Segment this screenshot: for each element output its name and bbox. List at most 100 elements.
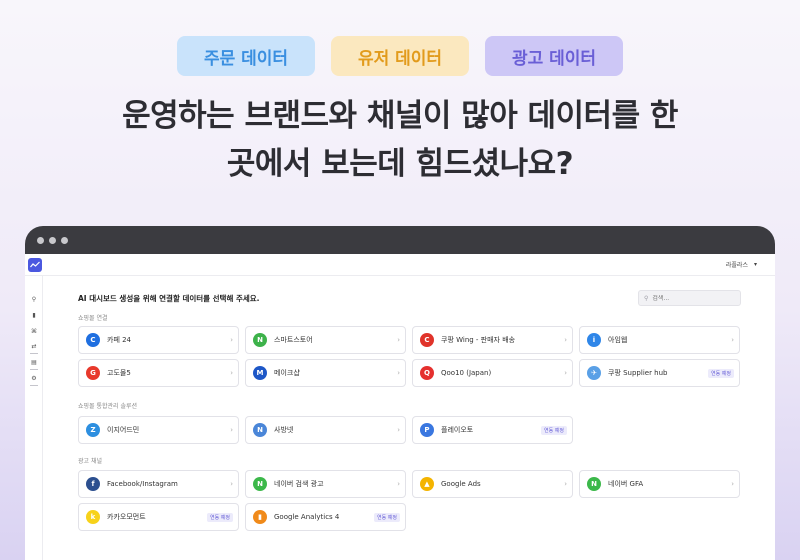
integration-card[interactable]: i 아임웹 ›	[579, 326, 740, 354]
integration-card[interactable]: ✈ 쿠팡 Supplier hub 연동 예정	[579, 359, 740, 387]
integration-card[interactable]: ▲ Google Ads ›	[412, 470, 573, 498]
integration-card[interactable]: k 카카오모먼트 연동 예정	[78, 503, 239, 531]
integration-card-name: 사방넷	[274, 426, 294, 434]
chevron-right-icon: ›	[564, 336, 567, 344]
chevron-right-icon: ›	[731, 480, 734, 488]
order-data-tag: 주문 데이터	[177, 36, 315, 76]
naver-gfa-logo-icon: N	[587, 477, 601, 491]
integration-card-name: 메이크샵	[274, 369, 300, 377]
app-logo-icon[interactable]	[28, 257, 42, 272]
coming-soon-badge: 연동 예정	[374, 513, 400, 522]
integration-card-name: Google Ads	[441, 480, 481, 488]
search-input[interactable]	[652, 294, 733, 302]
cafe24-logo-icon: C	[86, 333, 100, 347]
integration-card-name: 네이버 검색 광고	[274, 480, 324, 488]
swap-icon[interactable]: ⇄	[31, 344, 37, 350]
integration-card[interactable]: N 네이버 검색 광고 ›	[245, 470, 406, 498]
integration-card-name: 이지어드민	[107, 426, 140, 434]
naver-search-ad-logo-icon: N	[253, 477, 267, 491]
section-label-shopping-mall: 쇼핑몰 연결	[78, 315, 108, 322]
grid-icon[interactable]: ⌘	[31, 329, 37, 335]
window-titlebar	[25, 226, 775, 254]
integration-card-name: 네이버 GFA	[608, 480, 644, 488]
chevron-right-icon: ›	[564, 369, 567, 377]
headline: 운영하는 브랜드와 채널이 많아 데이터를 한 곳에서 보는데 힘드셨나요?	[0, 92, 800, 188]
sabangnet-logo-icon: N	[253, 423, 267, 437]
chevron-right-icon: ›	[397, 480, 400, 488]
google-analytics-logo-icon: ▮	[253, 510, 267, 524]
facebook-logo-icon: f	[86, 477, 100, 491]
sidebar-divider	[30, 385, 38, 386]
ad-data-tag: 광고 데이터	[485, 36, 623, 76]
chevron-right-icon: ›	[731, 336, 734, 344]
integration-card[interactable]: Z 이지어드민 ›	[78, 416, 239, 444]
user-data-tag: 유저 데이터	[331, 36, 469, 76]
coming-soon-badge: 연동 예정	[708, 369, 734, 378]
integration-card[interactable]: N 사방넷 ›	[245, 416, 406, 444]
imweb-logo-icon: i	[587, 333, 601, 347]
coming-soon-badge: 연동 예정	[207, 513, 233, 522]
playauto-logo-icon: P	[420, 423, 434, 437]
page-title: AI 대시보드 생성을 위해 연결할 데이터를 선택해 주세요.	[78, 294, 260, 303]
integration-card[interactable]: C 카페 24 ›	[78, 326, 239, 354]
integration-card-name: 플레이오토	[441, 426, 474, 434]
chevron-right-icon: ›	[230, 336, 233, 344]
settings-icon[interactable]: ⚙	[31, 376, 37, 382]
chevron-right-icon: ›	[230, 480, 233, 488]
coupang-supplier-logo-icon: ✈	[587, 366, 601, 380]
sidebar-divider	[30, 369, 38, 370]
search-box[interactable]: ⚲	[638, 290, 741, 306]
integration-card[interactable]: N 스마트스토어 ›	[245, 326, 406, 354]
tag-row: 주문 데이터 유저 데이터 광고 데이터	[0, 36, 800, 76]
makeshop-logo-icon: M	[253, 366, 267, 380]
ezadmin-logo-icon: Z	[86, 423, 100, 437]
integration-card[interactable]: Q Qoo10 (Japan) ›	[412, 359, 573, 387]
chevron-right-icon: ›	[397, 426, 400, 434]
section-label-ad-channel: 광고 채널	[78, 458, 102, 465]
link-icon[interactable]: ⚲	[31, 297, 37, 303]
integration-card[interactable]: C 쿠팡 Wing - 판매자 배송 ›	[412, 326, 573, 354]
search-icon: ⚲	[644, 294, 649, 302]
section-label-integration: 쇼핑몰 통합관리 솔루션	[78, 403, 138, 410]
integration-card[interactable]: P 플레이오토 연동 예정	[412, 416, 573, 444]
chevron-right-icon: ›	[564, 480, 567, 488]
integration-card-name: 아임웹	[608, 336, 628, 344]
app-topbar: 라플라스 ▾	[25, 254, 775, 276]
integration-card-name: 쿠팡 Supplier hub	[608, 369, 668, 377]
integration-card-name: 고도몰5	[107, 369, 131, 377]
integration-card-name: Google Analytics 4	[274, 513, 340, 521]
integration-card-name: Facebook/Instagram	[107, 480, 178, 488]
app-screen: 라플라스 ▾ ⚲ ▮ ⌘ ⇄ ▤ ⚙ AI 대시보드 생성을 위해 연결할 데이…	[25, 254, 775, 560]
app-window: 라플라스 ▾ ⚲ ▮ ⌘ ⇄ ▤ ⚙ AI 대시보드 생성을 위해 연결할 데이…	[25, 226, 775, 560]
integration-card[interactable]: G 고도몰5 ›	[78, 359, 239, 387]
kakao-moment-logo-icon: k	[86, 510, 100, 524]
google-ads-logo-icon: ▲	[420, 477, 434, 491]
headline-line-1: 운영하는 브랜드와 채널이 많아 데이터를 한	[122, 98, 678, 134]
chevron-right-icon: ›	[397, 369, 400, 377]
headline-line-2: 곳에서 보는데 힘드셨나요?	[226, 146, 574, 182]
integration-card-name: 쿠팡 Wing - 판매자 배송	[441, 336, 516, 344]
integration-card-name: 스마트스토어	[274, 336, 313, 344]
document-icon[interactable]: ▤	[31, 360, 37, 366]
sidebar-divider	[30, 353, 38, 354]
smartstore-logo-icon: N	[253, 333, 267, 347]
integration-card-name: 카페 24	[107, 336, 132, 344]
qoo10-logo-icon: Q	[420, 366, 434, 380]
window-dot	[49, 236, 56, 244]
integration-card[interactable]: M 메이크샵 ›	[245, 359, 406, 387]
bar-chart-icon[interactable]: ▮	[31, 313, 37, 319]
integration-card[interactable]: f Facebook/Instagram ›	[78, 470, 239, 498]
chevron-right-icon: ›	[230, 426, 233, 434]
user-menu[interactable]: 라플라스 ▾	[726, 260, 757, 269]
sidebar: ⚲ ▮ ⌘ ⇄ ▤ ⚙	[25, 276, 43, 560]
integration-card[interactable]: ▮ Google Analytics 4 연동 예정	[245, 503, 406, 531]
integration-card-name: 카카오모먼트	[107, 513, 146, 521]
integration-card-name: Qoo10 (Japan)	[441, 369, 492, 377]
integration-card[interactable]: N 네이버 GFA ›	[579, 470, 740, 498]
window-dot	[37, 236, 44, 244]
window-dot	[61, 236, 68, 244]
chevron-down-icon: ▾	[753, 261, 757, 268]
godomall-logo-icon: G	[86, 366, 100, 380]
coming-soon-badge: 연동 예정	[541, 426, 567, 435]
coupang-wing-logo-icon: C	[420, 333, 434, 347]
